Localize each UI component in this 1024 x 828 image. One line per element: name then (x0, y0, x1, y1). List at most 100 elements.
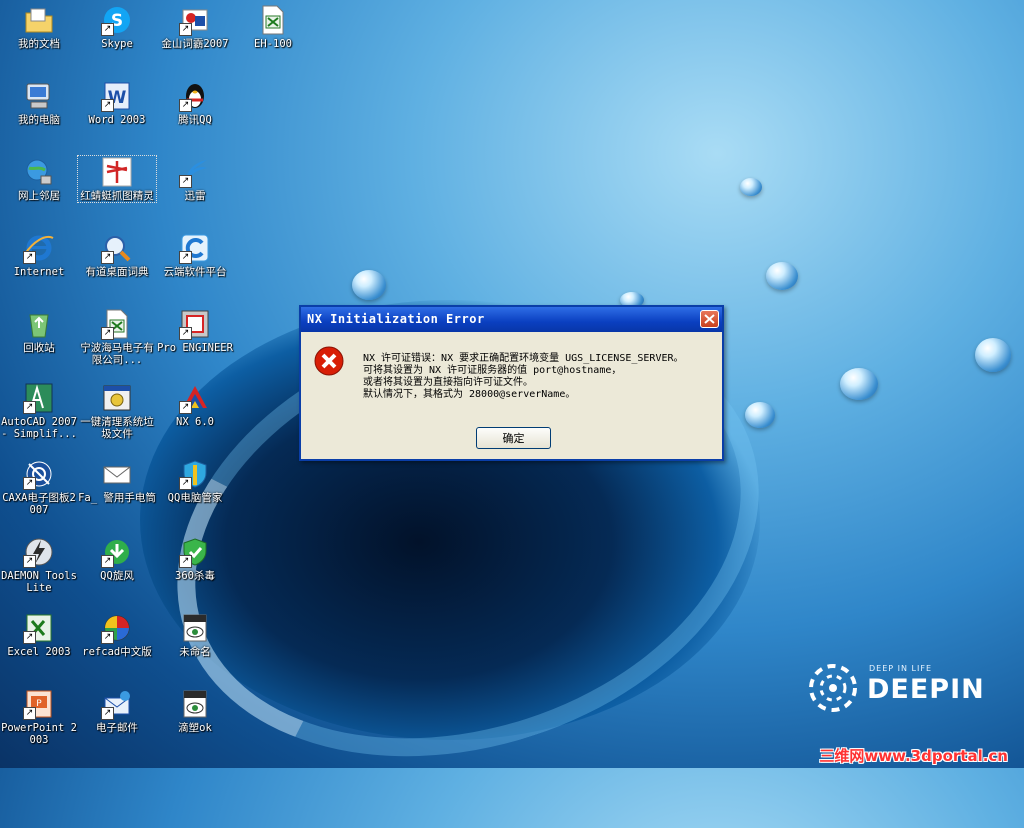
shortcut-arrow-icon: ↗ (179, 401, 192, 414)
icon-label: 我的电脑 (18, 114, 60, 126)
jpeg-file-icon (179, 688, 211, 720)
error-message: NX 许可证错误：NX 要求正确配置环境变量 UGS_LICENSE_SERVE… (363, 353, 684, 401)
shortcut-arrow-icon: ↗ (23, 631, 36, 644)
computer-icon (23, 80, 55, 112)
desktop-icon-eh-100[interactable]: EH-100 (234, 4, 312, 50)
desktop-icon-word[interactable]: W ↗ Word 2003 (78, 80, 156, 126)
recycle-bin-icon (23, 308, 55, 340)
cleanup-tool-icon (101, 382, 133, 414)
youdao-dictionary-icon: ↗ (101, 232, 133, 264)
icon-label: 电子邮件 (96, 722, 138, 734)
desktop-icon-nx[interactable]: ↗ NX 6.0 (156, 382, 234, 428)
desktop-icon-qq-manager[interactable]: ↗ QQ电脑管家 (156, 458, 234, 504)
desktop-icon-dragonfly-capture[interactable]: 红蜻蜓抓图精灵 (77, 155, 157, 203)
globe-network-icon (23, 156, 55, 188)
desktop-icon-refcad[interactable]: ↗ refcad中文版 (78, 612, 156, 658)
desktop-icon-pro-engineer[interactable]: ↗ Pro ENGINEER (156, 308, 234, 354)
desktop-icon-thunder[interactable]: ↗ 迅雷 (156, 156, 234, 202)
icon-label: 一键清理系统垃圾文件 (80, 416, 154, 440)
desktop-icon-cleanup[interactable]: 一键清理系统垃圾文件 (78, 382, 156, 440)
desktop-icon-my-computer[interactable]: 我的电脑 (0, 80, 78, 126)
icon-label: 滴塑ok (178, 722, 212, 734)
internet-explorer-icon: ↗ (23, 232, 55, 264)
envelope-icon (101, 458, 133, 490)
desktop-icon-my-documents[interactable]: 我的文档 (0, 4, 78, 50)
shortcut-arrow-icon: ↗ (101, 327, 114, 340)
icon-label: AutoCAD 2007 - Simplif... (1, 416, 77, 440)
icon-label: 360杀毒 (175, 570, 215, 582)
desktop-icon-disu-ok[interactable]: 滴塑ok (156, 688, 234, 734)
deepin-swirl-icon (809, 664, 857, 712)
desktop-icon-360-antivirus[interactable]: ↗ 360杀毒 (156, 536, 234, 582)
error-dialog: NX Initialization Error NX 许可证错误：NX 要求正确… (299, 305, 724, 461)
desktop-icon-recycle-bin[interactable]: 回收站 (0, 308, 78, 354)
logo-name: DEEPIN (867, 674, 985, 705)
desktop-icon-skype[interactable]: S ↗ Skype (78, 4, 156, 50)
water-drop (975, 338, 1011, 372)
close-button[interactable] (700, 310, 719, 328)
shortcut-arrow-icon: ↗ (23, 555, 36, 568)
deepin-logo: DEEP IN LIFE DEEPIN (805, 660, 985, 720)
icon-label: 腾讯QQ (178, 114, 212, 126)
shortcut-arrow-icon: ↗ (179, 477, 192, 490)
desktop-icon-cloud-platform[interactable]: ↗ 云端软件平台 (156, 232, 234, 278)
icon-label: Internet (13, 266, 65, 278)
shortcut-arrow-icon: ↗ (101, 631, 114, 644)
ok-button[interactable]: 确定 (476, 427, 551, 449)
desktop-icon-powerpoint[interactable]: P ↗ PowerPoint 2003 (0, 688, 78, 746)
desktop-icon-qq-whirlwind[interactable]: ↗ QQ旋风 (78, 536, 156, 582)
qq-penguin-icon: ↗ (179, 80, 211, 112)
icon-label: 红蜻蜓抓图精灵 (80, 190, 154, 202)
excel-icon: ↗ (23, 612, 55, 644)
water-drop (745, 402, 775, 428)
close-icon (704, 314, 715, 324)
logo-tagline: DEEP IN LIFE (869, 664, 932, 673)
shortcut-arrow-icon: ↗ (179, 23, 192, 36)
water-drop (740, 178, 762, 196)
icon-label: DAEMON Tools Lite (1, 570, 77, 594)
shortcut-arrow-icon: ↗ (179, 327, 192, 340)
refcad-icon: ↗ (101, 612, 133, 644)
water-drop (766, 262, 798, 290)
desktop-icon-unnamed-jpeg[interactable]: 未命名 (156, 612, 234, 658)
thunder-icon: ↗ (179, 156, 211, 188)
desktop-icon-powerword[interactable]: ↗ 金山词霸2007 (156, 4, 234, 50)
jpeg-file-icon (179, 612, 211, 644)
icon-label: 网上邻居 (18, 190, 60, 202)
icon-label: 回收站 (23, 342, 55, 354)
dragonfly-capture-icon (101, 156, 133, 188)
desktop-icon-caxa[interactable]: ↗ CAXA电子图板2007 (0, 458, 78, 516)
icon-label: 我的文档 (18, 38, 60, 50)
icon-label: 云端软件平台 (163, 266, 227, 278)
icon-label: refcad中文版 (82, 646, 152, 658)
cloud-platform-icon: ↗ (179, 232, 211, 264)
qq-whirlwind-icon: ↗ (101, 536, 133, 568)
shortcut-arrow-icon: ↗ (23, 707, 36, 720)
desktop-icon-qq[interactable]: ↗ 腾讯QQ (156, 80, 234, 126)
error-message-line: NX 许可证错误：NX 要求正确配置环境变量 UGS_LICENSE_SERVE… (363, 353, 684, 364)
shortcut-arrow-icon: ↗ (101, 99, 114, 112)
icon-label: QQ旋风 (100, 570, 134, 582)
shortcut-arrow-icon: ↗ (23, 251, 36, 264)
antivirus-shield-icon: ↗ (179, 536, 211, 568)
shield-icon: ↗ (179, 458, 211, 490)
icon-label: Fa_ 警用手电筒 (78, 492, 156, 504)
desktop-icon-flashlight[interactable]: Fa_ 警用手电筒 (78, 458, 156, 504)
autocad-icon: ↗ (23, 382, 55, 414)
desktop-icon-youdao[interactable]: ↗ 有道桌面词典 (78, 232, 156, 278)
desktop-icon-email[interactable]: ↗ 电子邮件 (78, 688, 156, 734)
shortcut-arrow-icon: ↗ (101, 23, 114, 36)
icon-label: NX 6.0 (176, 416, 214, 428)
dialog-title-bar[interactable]: NX Initialization Error (301, 307, 722, 332)
desktop-icon-daemon-tools[interactable]: ↗ DAEMON Tools Lite (0, 536, 78, 594)
desktop-icon-internet[interactable]: ↗ Internet (0, 232, 78, 278)
desktop-icon-autocad[interactable]: ↗ AutoCAD 2007 - Simplif... (0, 382, 78, 440)
icon-label: PowerPoint 2003 (1, 722, 77, 746)
folder-documents-icon (23, 4, 55, 36)
desktop-icon-excel[interactable]: ↗ Excel 2003 (0, 612, 78, 658)
desktop-icon-network-places[interactable]: 网上邻居 (0, 156, 78, 202)
icon-label: EH-100 (254, 38, 292, 50)
desktop-icon-ningbo-excel[interactable]: ↗ 宁波海马电子有限公司... (78, 308, 156, 366)
water-drop (840, 368, 878, 400)
icon-label: Excel 2003 (7, 646, 71, 658)
